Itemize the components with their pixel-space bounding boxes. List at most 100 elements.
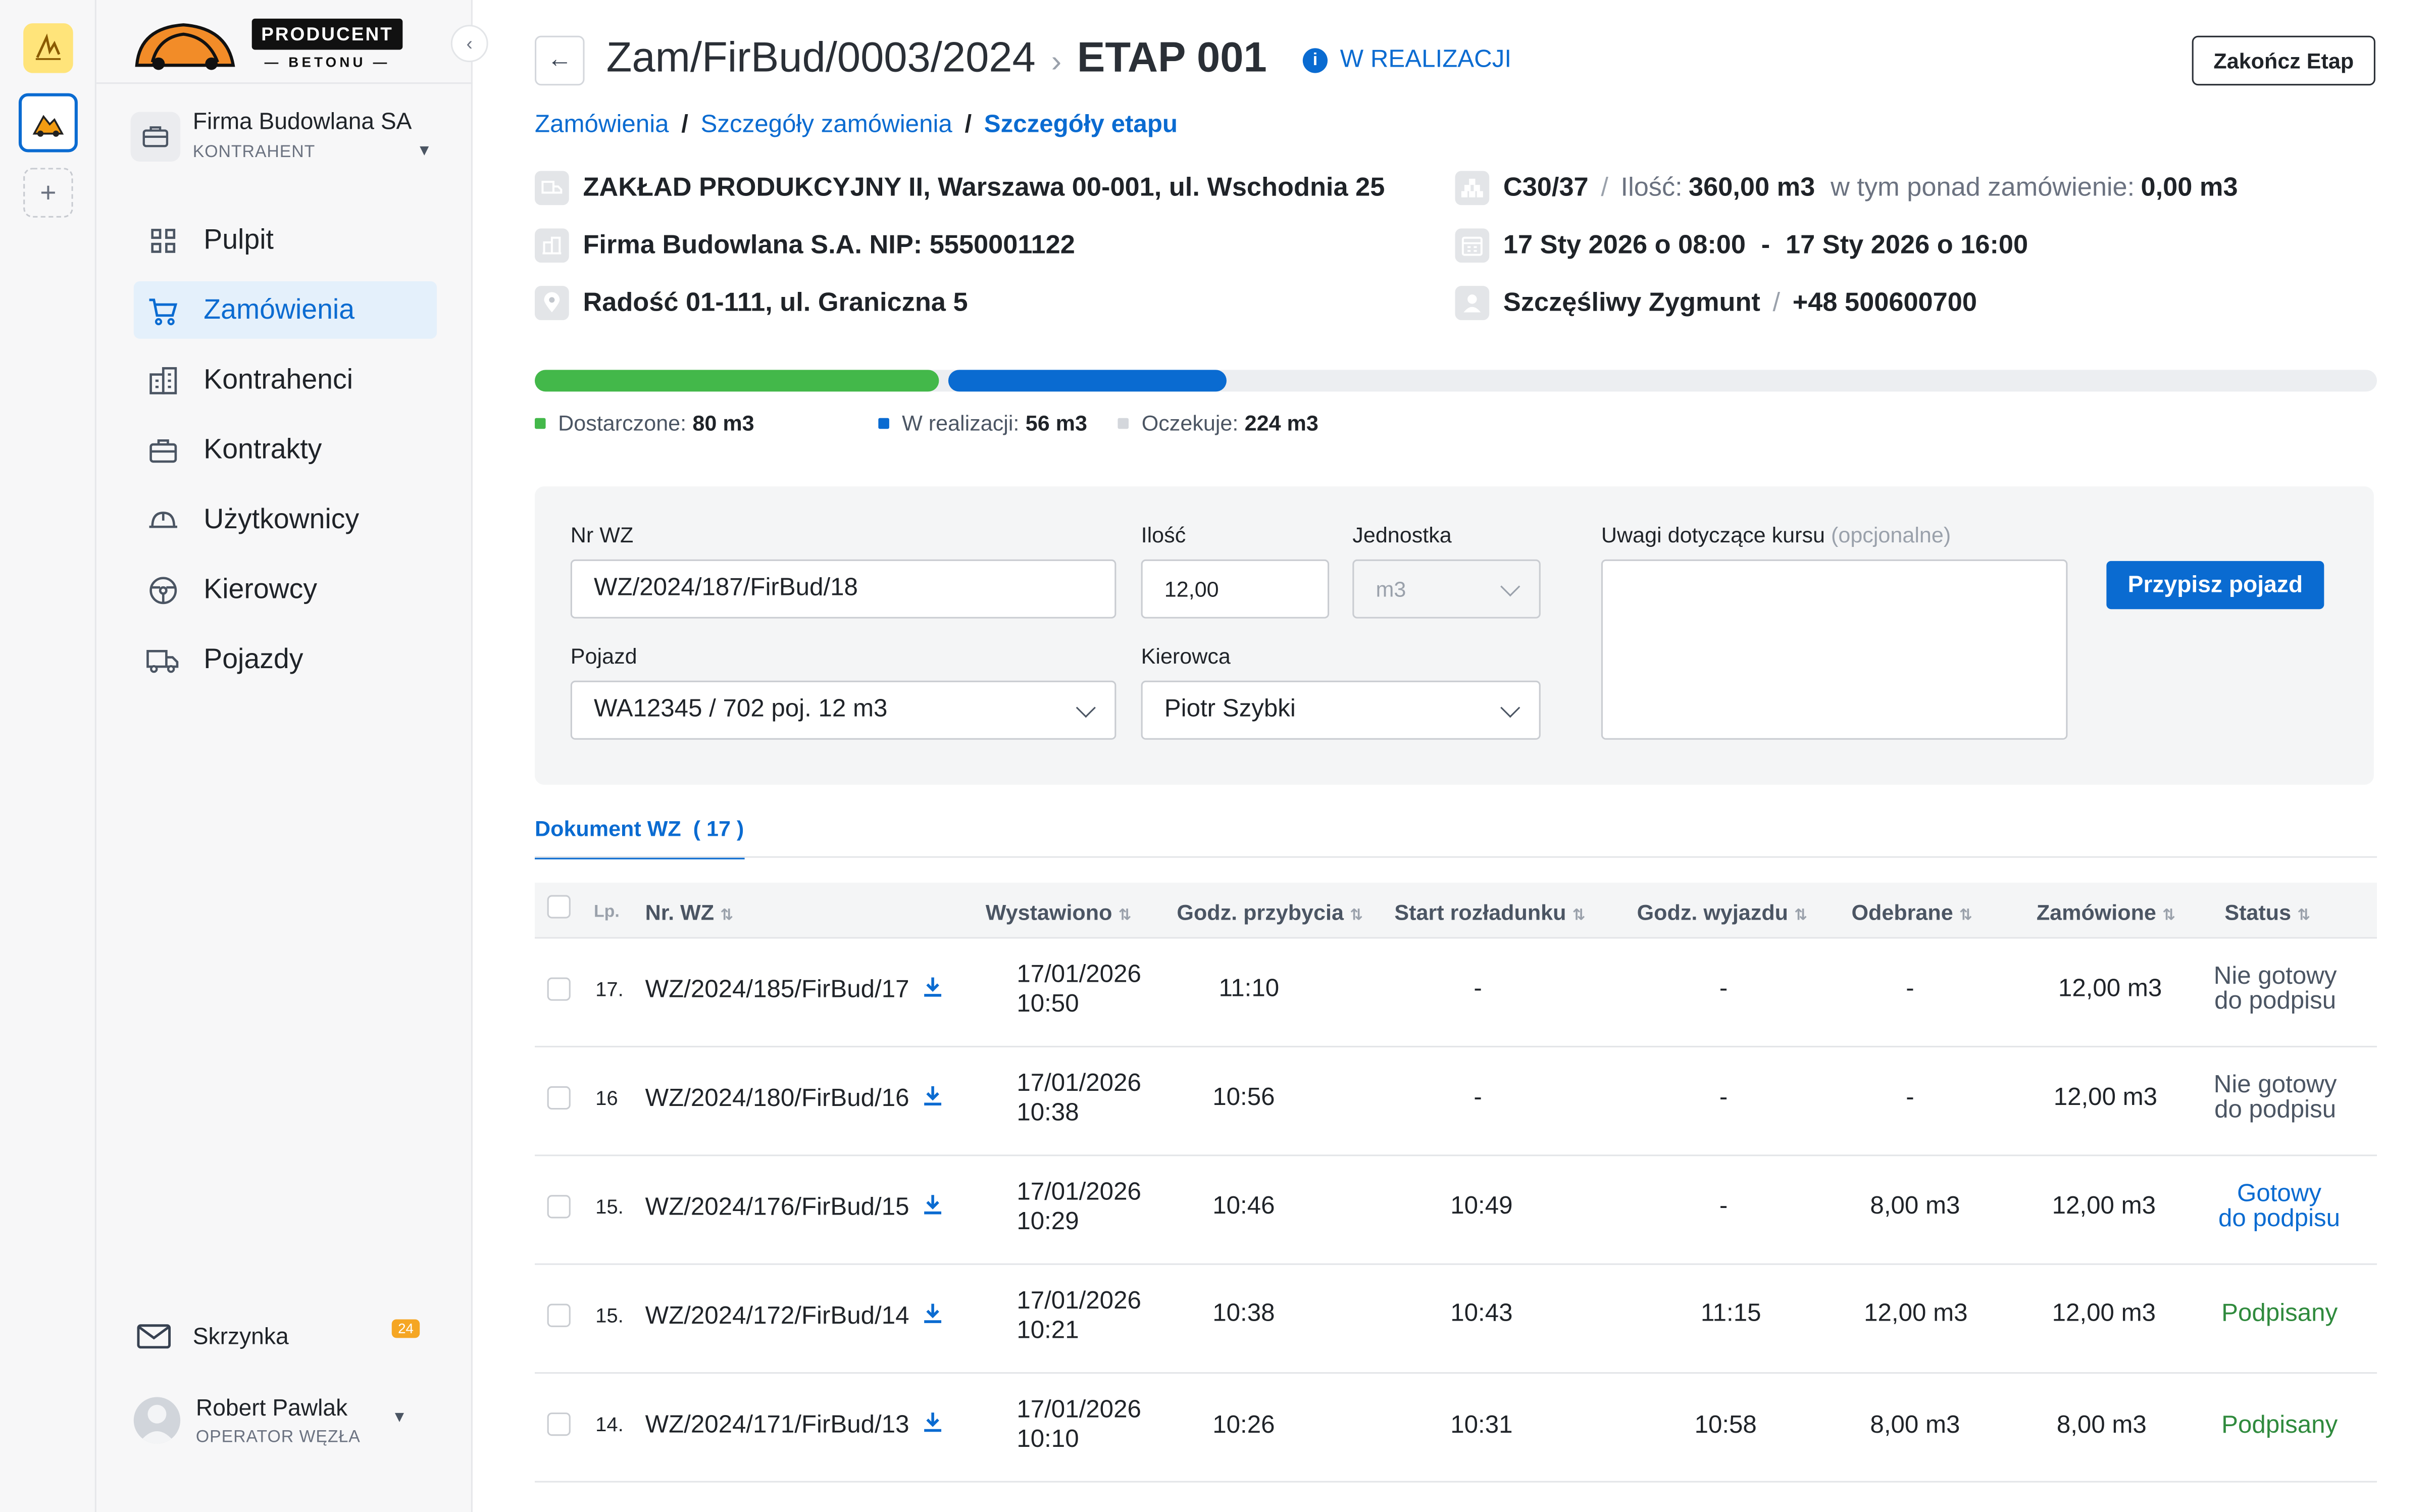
delivery-progress-bar — [535, 370, 2377, 392]
nav-item-label: Kontrahenci — [204, 364, 353, 395]
row-lp: 14. — [595, 1413, 624, 1436]
signature-app-icon[interactable] — [23, 23, 73, 73]
user-menu[interactable]: Robert Pawlak OPERATOR WĘZŁA ▼ — [133, 1391, 445, 1453]
sort-icon: ⇅ — [1572, 908, 1586, 925]
row-wz-number[interactable]: WZ/2024/176/FirBud/15 — [645, 1193, 944, 1223]
brand-logo[interactable]: PRODUCENT — BETONU — — [131, 16, 403, 72]
breadcrumb-orders[interactable]: Zamówienia — [535, 112, 669, 138]
quantity-input[interactable]: 12,00 — [1141, 559, 1330, 619]
company-switcher[interactable]: Firma Budowlana SA KONTRAHENT ▼ — [130, 109, 442, 171]
col-unload-start[interactable]: Start rozładunku ⇅ — [1394, 900, 1585, 925]
legend-label: Oczekuje: — [1141, 410, 1239, 435]
download-icon[interactable] — [922, 1411, 943, 1440]
nav-item-pulpit[interactable]: Pulpit — [134, 211, 437, 269]
col-status[interactable]: Status ⇅ — [2224, 900, 2310, 925]
row-checkbox[interactable] — [547, 1195, 571, 1219]
status-line-1: Gotowy — [2237, 1181, 2322, 1207]
nav-item-kontrakty[interactable]: Kontrakty — [134, 421, 437, 479]
wz-text: WZ/2024/172/FirBud/14 — [645, 1303, 909, 1330]
collapse-sidebar-button[interactable]: ‹ — [450, 25, 488, 63]
nav-item-label: Pulpit — [204, 224, 274, 255]
col-departure[interactable]: Godz. wyjazdu ⇅ — [1637, 900, 1807, 925]
progress-in-realization — [948, 370, 1226, 392]
download-icon[interactable] — [922, 1302, 943, 1332]
row-issued: 17/01/2026 10:29 — [1017, 1178, 1141, 1237]
row-wz-number[interactable]: WZ/2024/172/FirBud/14 — [645, 1302, 944, 1332]
plant-address: ZAKŁAD PRODUKCYJNY II, Warszawa 00-001, … — [583, 172, 1385, 203]
row-checkbox[interactable] — [547, 1413, 571, 1436]
contact-phone: +48 500600700 — [1792, 287, 1977, 317]
breadcrumb-order-details[interactable]: Szczegóły zamówienia — [701, 112, 952, 138]
col-issued[interactable]: Wystawiono ⇅ — [986, 900, 1132, 925]
row-lp: 17. — [595, 977, 624, 1001]
schedule-dash: - — [1761, 230, 1770, 260]
chevron-down-icon — [1500, 577, 1520, 597]
row-issued: 17/01/2026 10:10 — [1017, 1395, 1141, 1454]
table-row: 15. WZ/2024/172/FirBud/14 17/01/2026 10:2… — [535, 1265, 2377, 1374]
wz-text: WZ/2024/180/FirBud/16 — [645, 1086, 909, 1113]
briefcase-icon — [130, 112, 181, 162]
product-info: C30/37 / Ilość: 360,00 m3 w tym ponad za… — [1455, 171, 2238, 206]
col-ordered[interactable]: Zamówione ⇅ — [2037, 900, 2175, 925]
person-icon — [1455, 286, 1490, 320]
row-unload-start: 10:43 — [1450, 1300, 1513, 1327]
back-button[interactable]: ← — [535, 35, 585, 86]
finish-stage-button[interactable]: Zakończ Etap — [2192, 35, 2375, 86]
sort-icon: ⇅ — [1350, 908, 1363, 925]
extra-label: w tym ponad zamówienie: — [1831, 172, 2135, 203]
concrete-plant-app-icon[interactable] — [18, 93, 78, 153]
nr-wz-input[interactable]: WZ/2024/187/FirBud/18 — [570, 559, 1116, 619]
main-content: ← Zam/FirBud/0003/2024 › ETAP 001 i W REAL… — [473, 0, 2436, 1512]
row-ordered: 12,00 m3 — [2058, 976, 2162, 1002]
legend-delivered: Dostarczone: 80 m3 — [535, 410, 754, 435]
row-departure: 10:58 — [1694, 1413, 1757, 1439]
col-received[interactable]: Odebrane ⇅ — [1851, 900, 1972, 925]
legend-waiting: Oczekuje: 224 m3 — [1118, 410, 1318, 435]
sort-icon: ⇅ — [1118, 908, 1132, 925]
download-icon[interactable] — [922, 1085, 943, 1114]
sort-icon: ⇅ — [720, 908, 734, 925]
row-departure: - — [1719, 976, 1728, 1002]
nav-item-uzytkownicy[interactable]: Użytkownicy — [134, 491, 437, 548]
select-all-checkbox[interactable] — [547, 895, 571, 919]
row-wz-number[interactable]: WZ/2024/185/FirBud/17 — [645, 976, 944, 1005]
col-arrival[interactable]: Godz. przybycia ⇅ — [1177, 900, 1363, 925]
row-lp: 15. — [595, 1303, 624, 1327]
row-wz-number[interactable]: WZ/2024/171/FirBud/13 — [645, 1411, 944, 1440]
concrete-blocks-icon — [1455, 171, 1490, 206]
row-wz-number[interactable]: WZ/2024/180/FirBud/16 — [645, 1085, 944, 1114]
driver-select[interactable]: Piotr Szybki — [1141, 680, 1541, 740]
row-unload-start: - — [1474, 976, 1482, 1002]
nav-item-kierowcy[interactable]: Kierowcy — [134, 561, 437, 619]
nav-item-pojazdy[interactable]: Pojazdy — [134, 631, 437, 688]
notes-textarea[interactable] — [1601, 559, 2068, 740]
row-checkbox[interactable] — [547, 1303, 571, 1327]
assign-vehicle-button[interactable]: Przypisz pojazd — [2106, 561, 2324, 610]
row-checkbox[interactable] — [547, 1086, 571, 1110]
nav-item-zamowienia[interactable]: Zamówienia — [133, 281, 437, 339]
inbox-link[interactable]: Skrzynka 24 — [137, 1318, 432, 1355]
truck-icon — [146, 642, 180, 677]
tab-wz-documents[interactable]: Dokument WZ ( 17 ) — [535, 816, 744, 860]
row-unload-start: 10:49 — [1450, 1193, 1513, 1220]
vehicle-select[interactable]: WA12345 / 702 poj. 12 m3 — [570, 680, 1116, 740]
wz-text: WZ/2024/176/FirBud/15 — [645, 1194, 909, 1221]
col-nr-wz[interactable]: Nr. WZ ⇅ — [645, 900, 734, 925]
download-icon[interactable] — [922, 976, 943, 1005]
nav-item-kontrahenci[interactable]: Kontrahenci — [134, 351, 437, 409]
add-app-icon[interactable]: + — [23, 168, 73, 218]
status-text: W REALIZACJI — [1340, 46, 1512, 73]
col-label: Wystawiono — [985, 899, 1112, 925]
caret-down-icon: ▼ — [417, 143, 432, 160]
unit-value: m3 — [1376, 576, 1406, 601]
row-arrival: 10:46 — [1212, 1193, 1275, 1220]
mail-icon — [137, 1324, 171, 1349]
row-status: Nie gotowy do podpisu — [2214, 964, 2337, 1015]
helmet-icon — [146, 502, 180, 537]
chevron-down-icon — [1076, 698, 1096, 718]
issued-date: 17/01/2026 — [1017, 1288, 1141, 1315]
issued-date: 17/01/2026 — [1017, 1179, 1141, 1206]
row-arrival: 10:26 — [1212, 1413, 1275, 1439]
row-checkbox[interactable] — [547, 977, 571, 1001]
download-icon[interactable] — [922, 1193, 943, 1223]
